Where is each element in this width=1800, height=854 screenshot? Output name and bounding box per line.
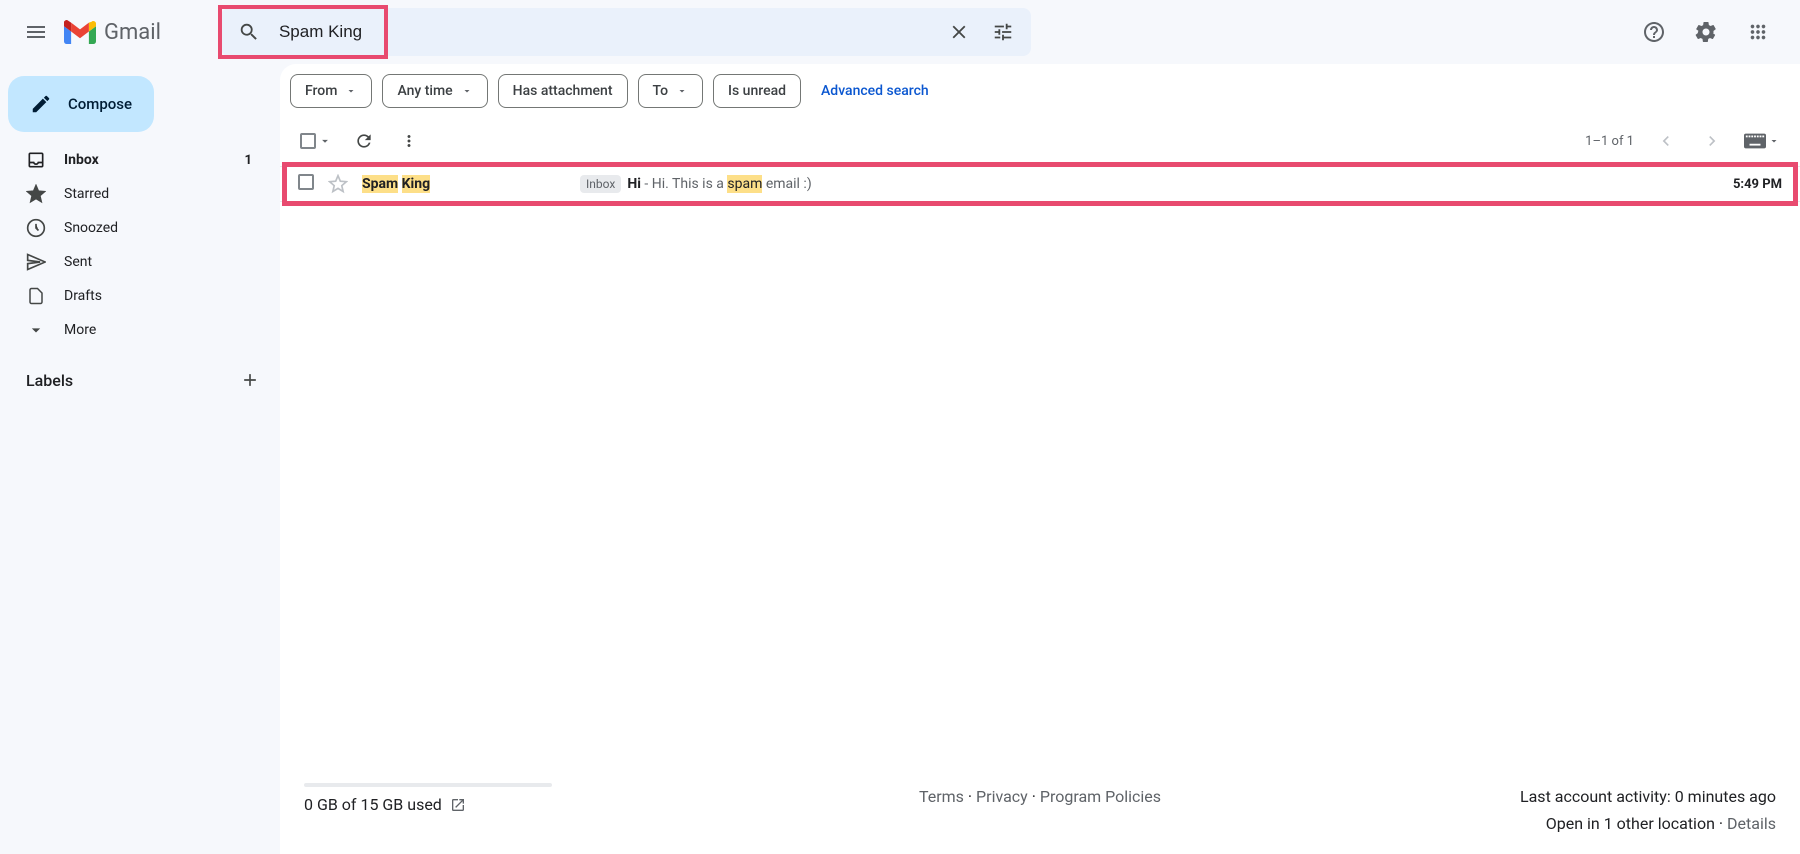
sidebar-item-starred[interactable]: Starred <box>0 178 272 210</box>
dropdown-icon <box>1768 135 1780 147</box>
dropdown-icon <box>676 85 688 97</box>
open-external-icon[interactable] <box>450 797 466 813</box>
gear-icon <box>1694 20 1718 44</box>
sidebar-item-more[interactable]: More <box>0 314 272 346</box>
sidebar-item-drafts[interactable]: Drafts <box>0 280 272 312</box>
clear-search-button[interactable] <box>937 10 981 54</box>
search-input[interactable] <box>271 22 937 42</box>
star-icon <box>26 184 46 204</box>
search-button[interactable] <box>227 10 271 54</box>
keyboard-icon <box>1744 133 1766 149</box>
chevron-right-icon <box>1702 131 1722 151</box>
plus-icon <box>240 370 260 390</box>
open-location: Open in 1 other location <box>1546 814 1715 833</box>
sidebar: Compose Inbox 1 Starred Snoozed Sent Dra… <box>0 64 280 854</box>
compose-button[interactable]: Compose <box>8 76 154 132</box>
next-page-button[interactable] <box>1698 127 1726 155</box>
logo-text: Gmail <box>104 20 161 45</box>
storage-bar <box>304 783 552 787</box>
footer-links: Terms · Privacy · Program Policies <box>919 787 1161 806</box>
close-icon <box>948 21 970 43</box>
compose-label: Compose <box>68 95 132 113</box>
help-icon <box>1642 20 1666 44</box>
pencil-icon <box>30 93 52 115</box>
sidebar-label: More <box>64 322 260 338</box>
sidebar-item-snoozed[interactable]: Snoozed <box>0 212 272 244</box>
email-row[interactable]: Spam King Inbox Hi - Hi. This is a spam … <box>280 166 1800 202</box>
terms-link[interactable]: Terms <box>919 787 964 806</box>
search-icon <box>238 21 260 43</box>
select-all-checkbox[interactable] <box>300 133 332 149</box>
email-sender: Spam King <box>362 176 580 192</box>
prev-page-button[interactable] <box>1652 127 1680 155</box>
labels-title: Labels <box>26 371 73 390</box>
support-button[interactable] <box>1632 10 1676 54</box>
storage-text: 0 GB of 15 GB used <box>304 795 442 814</box>
dropdown-icon <box>318 134 332 148</box>
filter-anytime[interactable]: Any time <box>382 74 487 108</box>
star-button[interactable] <box>328 174 348 194</box>
checkbox-icon <box>300 133 316 149</box>
details-link[interactable]: Details <box>1727 814 1776 833</box>
email-checkbox[interactable] <box>298 174 318 194</box>
content-area: From Any time Has attachment To Is unrea… <box>280 64 1800 854</box>
gmail-logo[interactable]: Gmail <box>64 20 161 45</box>
email-content: Inbox Hi - Hi. This is a spam email :) <box>580 175 1733 193</box>
sidebar-label: Snoozed <box>64 220 260 236</box>
privacy-link[interactable]: Privacy <box>976 787 1028 806</box>
inbox-tag: Inbox <box>580 175 621 193</box>
apps-button[interactable] <box>1736 10 1780 54</box>
settings-button[interactable] <box>1684 10 1728 54</box>
search-bar <box>221 8 1031 56</box>
more-actions-button[interactable] <box>396 128 422 154</box>
filter-to[interactable]: To <box>638 74 704 108</box>
sidebar-label: Sent <box>64 254 260 270</box>
tune-icon <box>992 21 1014 43</box>
refresh-button[interactable] <box>350 127 378 155</box>
activity-text: Last account activity: 0 minutes ago <box>1520 783 1776 810</box>
email-time: 5:49 PM <box>1733 177 1782 192</box>
apps-icon <box>1747 21 1769 43</box>
search-options-button[interactable] <box>981 10 1025 54</box>
chevron-left-icon <box>1656 131 1676 151</box>
sidebar-label: Drafts <box>64 288 260 304</box>
more-vert-icon <box>400 132 418 150</box>
gmail-icon <box>64 20 96 44</box>
filter-from[interactable]: From <box>290 74 372 108</box>
hamburger-icon <box>24 20 48 44</box>
sidebar-count: 1 <box>245 153 252 168</box>
clock-icon <box>26 218 46 238</box>
pagination-info: 1–1 of 1 <box>1585 134 1634 149</box>
filter-attachment[interactable]: Has attachment <box>498 74 628 108</box>
send-icon <box>26 252 46 272</box>
file-icon <box>27 286 45 306</box>
sidebar-label: Inbox <box>64 152 245 168</box>
policies-link[interactable]: Program Policies <box>1040 787 1161 806</box>
sidebar-item-inbox[interactable]: Inbox 1 <box>0 144 272 176</box>
inbox-icon <box>26 150 46 170</box>
add-label-button[interactable] <box>240 370 260 390</box>
dropdown-icon <box>461 85 473 97</box>
chevron-down-icon <box>26 320 46 340</box>
sidebar-label: Starred <box>64 186 260 202</box>
filter-unread[interactable]: Is unread <box>713 74 801 108</box>
refresh-icon <box>354 131 374 151</box>
advanced-search-link[interactable]: Advanced search <box>821 83 929 99</box>
dropdown-icon <box>345 85 357 97</box>
star-outline-icon <box>328 174 348 194</box>
sidebar-item-sent[interactable]: Sent <box>0 246 272 278</box>
input-method-button[interactable] <box>1744 133 1780 149</box>
main-menu-button[interactable] <box>12 8 60 56</box>
